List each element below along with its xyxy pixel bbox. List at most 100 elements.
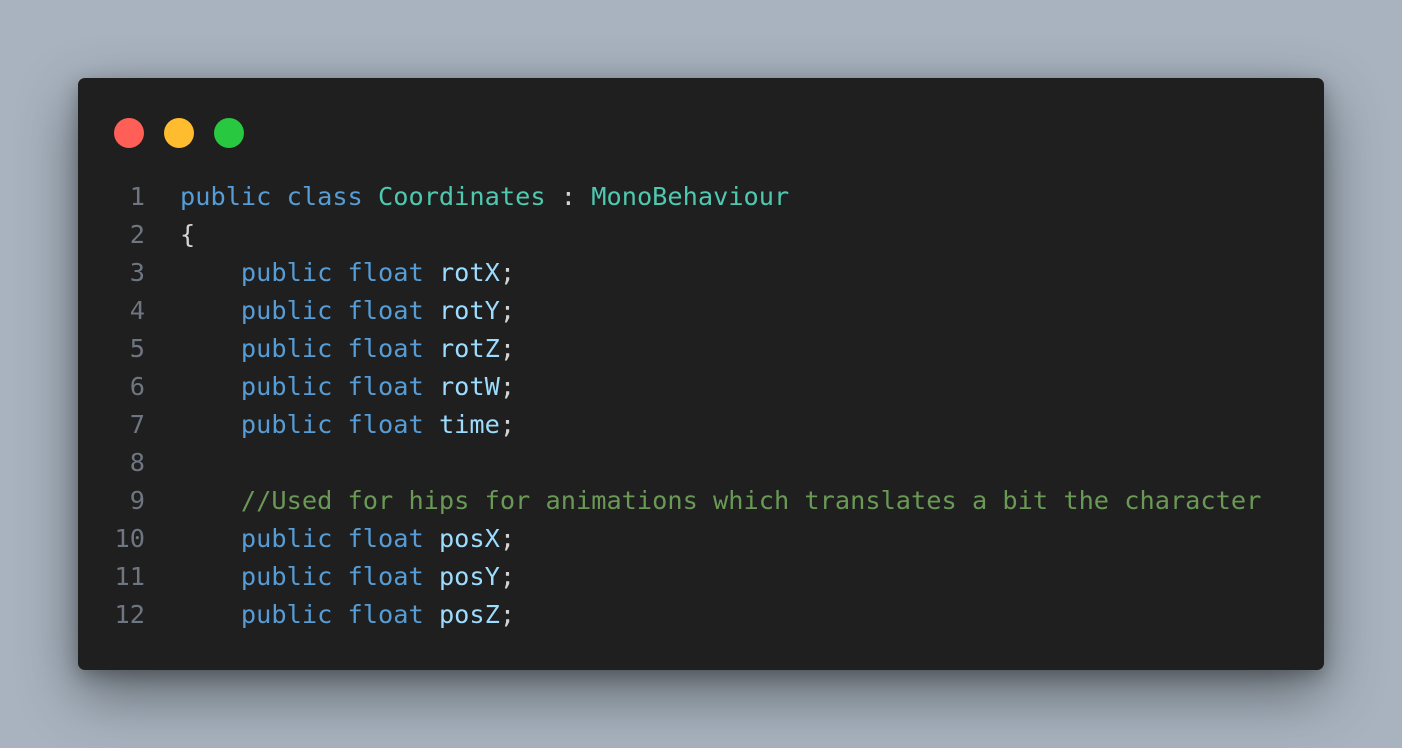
- window-controls: [114, 118, 244, 148]
- code-token-ident: rotW: [438, 372, 500, 401]
- code-line: 9 //Used for hips for animations which t…: [78, 482, 1324, 520]
- code-window: 1 public class Coordinates : MonoBehaviou…: [78, 78, 1324, 670]
- code-token-keyword: float: [347, 258, 424, 287]
- line-content: {: [180, 216, 195, 254]
- code-token-keyword: public: [240, 258, 333, 287]
- code-token-keyword: class: [286, 182, 363, 211]
- line-content: public float rotX;: [180, 254, 515, 292]
- code-token-keyword: public: [240, 524, 333, 553]
- code-token-ident: posY: [438, 562, 500, 591]
- line-number: 6: [129, 372, 145, 401]
- line-content: public float posY;: [180, 558, 515, 596]
- line-number: 12: [114, 600, 145, 629]
- code-line: 1 public class Coordinates : MonoBehaviou…: [78, 178, 1324, 216]
- code-token-keyword: public: [240, 600, 333, 629]
- code-line: 7 public float time;: [78, 406, 1324, 444]
- code-line: 2{: [78, 216, 1324, 254]
- code-token-punct: ;: [499, 524, 516, 553]
- line-content: public float rotW;: [180, 368, 515, 406]
- code-line: 8: [78, 444, 1324, 482]
- code-token-ident: posZ: [438, 600, 500, 629]
- code-token-ident: time: [438, 410, 500, 439]
- code-token-punct: ;: [499, 372, 516, 401]
- code-token-punct: {: [180, 220, 196, 249]
- code-token-keyword: public: [240, 334, 333, 363]
- line-content: public float time;: [180, 406, 515, 444]
- code-token-type: MonoBehaviour: [591, 182, 790, 211]
- code-token-punct: ;: [499, 258, 516, 287]
- code-block: 1 public class Coordinates : MonoBehaviou…: [78, 178, 1324, 634]
- code-line: 6 public float rotW;: [78, 368, 1324, 406]
- code-token-type: Coordinates: [378, 182, 546, 211]
- code-token-punct: :: [545, 182, 592, 211]
- code-line: 5 public float rotZ;: [78, 330, 1324, 368]
- code-token-keyword: float: [347, 372, 424, 401]
- close-button[interactable]: [114, 118, 144, 148]
- line-content: public float rotZ;: [180, 330, 515, 368]
- code-token-ident: rotY: [438, 296, 500, 325]
- code-line: 11 public float posY;: [78, 558, 1324, 596]
- code-token-punct: ;: [499, 600, 516, 629]
- code-token-ident: posX: [438, 524, 500, 553]
- line-number: 11: [114, 562, 145, 591]
- line-number: 1: [129, 182, 145, 211]
- line-number: 9: [129, 486, 145, 515]
- code-token-keyword: public: [180, 182, 272, 211]
- code-token-keyword: float: [347, 600, 424, 629]
- code-token-punct: ;: [499, 296, 516, 325]
- code-line: 12 public float posZ;: [78, 596, 1324, 634]
- line-content: public class Coordinates : MonoBehaviour: [180, 178, 789, 216]
- code-token-punct: ;: [499, 562, 516, 591]
- line-number: 5: [129, 334, 145, 363]
- code-line: 3 public float rotX;: [78, 254, 1324, 292]
- code-token-punct: ;: [499, 334, 516, 363]
- code-token-keyword: float: [347, 296, 424, 325]
- code-token-keyword: public: [240, 410, 333, 439]
- line-number: 8: [129, 448, 145, 477]
- maximize-button[interactable]: [214, 118, 244, 148]
- code-token-ident: rotZ: [438, 334, 500, 363]
- line-number: 7: [129, 410, 145, 439]
- code-token-ident: rotX: [438, 258, 500, 287]
- minimize-button[interactable]: [164, 118, 194, 148]
- code-token-punct: ;: [499, 410, 516, 439]
- line-number: 10: [114, 524, 145, 553]
- line-number: 4: [129, 296, 145, 325]
- line-content: public float rotY;: [180, 292, 515, 330]
- line-content: public float posX;: [180, 520, 515, 558]
- code-token-keyword: public: [240, 562, 333, 591]
- line-content: //Used for hips for animations which tra…: [180, 482, 1261, 520]
- code-line: 10 public float posX;: [78, 520, 1324, 558]
- line-number: 3: [129, 258, 145, 287]
- code-line: 4 public float rotY;: [78, 292, 1324, 330]
- code-token-keyword: public: [240, 372, 333, 401]
- code-token-keyword: float: [347, 334, 424, 363]
- code-token-keyword: float: [347, 410, 424, 439]
